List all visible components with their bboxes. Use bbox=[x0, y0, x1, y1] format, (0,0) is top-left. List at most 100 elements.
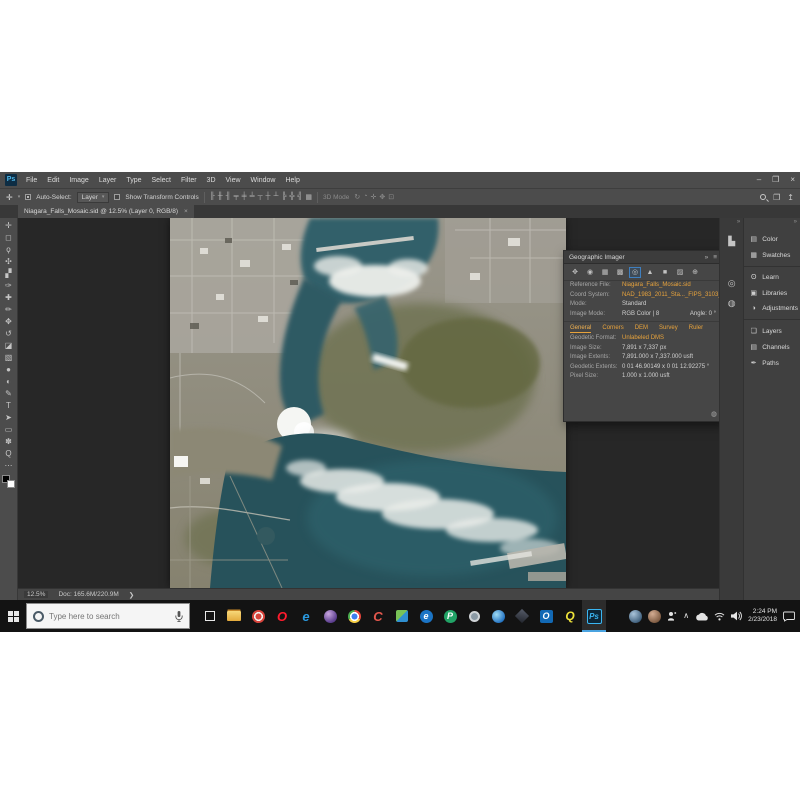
panel-collapse-icon[interactable]: » bbox=[705, 254, 709, 261]
menu-image[interactable]: Image bbox=[69, 177, 88, 184]
menu-window[interactable]: Window bbox=[251, 177, 276, 184]
opera-button[interactable]: O bbox=[270, 600, 294, 632]
gi-mosaic-icon[interactable]: ▦ bbox=[599, 267, 611, 278]
shape-tool[interactable]: ▭ bbox=[0, 424, 17, 436]
panel-menu-icon[interactable]: ≡ bbox=[713, 254, 717, 261]
cube-app-button[interactable] bbox=[510, 600, 534, 632]
menu-3d[interactable]: 3D bbox=[207, 177, 216, 184]
minimize-button[interactable]: – bbox=[757, 176, 761, 184]
internet-explorer-button[interactable]: e bbox=[294, 600, 318, 632]
microphone-icon[interactable] bbox=[175, 611, 183, 622]
green-p-app-button[interactable]: P bbox=[438, 600, 462, 632]
purple-sphere-app-button[interactable] bbox=[318, 600, 342, 632]
gi-terrain-icon[interactable]: ▲ bbox=[644, 267, 656, 278]
healing-brush-tool[interactable]: ✚ bbox=[0, 292, 17, 304]
pen-tool[interactable]: ✎ bbox=[0, 388, 17, 400]
onedrive-cloud-icon[interactable] bbox=[695, 612, 708, 621]
close-button[interactable]: × bbox=[790, 176, 795, 184]
document-tab[interactable]: Niagara_Falls_Mosaic.sid @ 12.5% (Layer … bbox=[18, 205, 194, 218]
workspace-switcher-icon[interactable]: ❐ bbox=[773, 193, 780, 202]
document-canvas[interactable] bbox=[170, 218, 566, 588]
gradient-tool[interactable]: ▧ bbox=[0, 352, 17, 364]
auto-select-checkbox[interactable] bbox=[25, 194, 31, 200]
green-map-app-button[interactable] bbox=[390, 600, 414, 632]
search-input[interactable] bbox=[49, 612, 170, 621]
panel-item-color[interactable]: ▤ Color bbox=[744, 231, 800, 247]
distribute-top-icon[interactable]: ┬ bbox=[258, 193, 263, 201]
action-center-icon[interactable] bbox=[783, 611, 795, 622]
share-icon[interactable]: ↥ bbox=[787, 193, 794, 202]
lasso-tool[interactable]: ϙ bbox=[0, 244, 17, 256]
tab-survey[interactable]: Survey bbox=[659, 325, 678, 333]
eraser-tool[interactable]: ◪ bbox=[0, 340, 17, 352]
zoom-level-field[interactable]: 12.5% bbox=[24, 591, 48, 598]
panel-item-swatches[interactable]: ▦ Swatches bbox=[744, 247, 800, 263]
distribute-middle-icon[interactable]: ┼ bbox=[266, 193, 271, 201]
distribute-left-icon[interactable]: ╠ bbox=[281, 193, 286, 201]
menu-edit[interactable]: Edit bbox=[47, 177, 59, 184]
align-left-icon[interactable]: ╟ bbox=[210, 193, 215, 201]
file-explorer-button[interactable] bbox=[222, 600, 246, 632]
hand-tool[interactable]: ✽ bbox=[0, 436, 17, 448]
tab-dem[interactable]: DEM bbox=[635, 325, 648, 333]
panel-item-channels[interactable]: ▤ Channels bbox=[744, 339, 800, 355]
align-center-h-icon[interactable]: ╫ bbox=[218, 193, 223, 201]
gi-edit-grid-icon[interactable]: ▨ bbox=[674, 267, 686, 278]
eyedropper-tool[interactable]: ✑ bbox=[0, 280, 17, 292]
blue-circle-app-button[interactable]: e bbox=[414, 600, 438, 632]
align-bottom-icon[interactable]: ╧ bbox=[250, 193, 255, 201]
tab-general[interactable]: General bbox=[570, 325, 591, 333]
menu-type[interactable]: Type bbox=[126, 177, 141, 184]
align-right-icon[interactable]: ╢ bbox=[226, 193, 231, 201]
histogram-panel-icon[interactable]: ▙ bbox=[728, 231, 735, 251]
outlook-button[interactable]: O bbox=[534, 600, 558, 632]
people-icon[interactable] bbox=[667, 611, 677, 621]
tool-preset-caret-icon[interactable]: ▾ bbox=[18, 194, 21, 200]
red-ring-app-button[interactable] bbox=[246, 600, 270, 632]
show-transform-checkbox[interactable] bbox=[114, 194, 120, 200]
menu-filter[interactable]: Filter bbox=[181, 177, 197, 184]
path-selection-tool[interactable]: ➤ bbox=[0, 412, 17, 424]
panel-item-libraries[interactable]: ▣ Libraries bbox=[744, 285, 800, 301]
coord-system-value[interactable]: NAD_1983_2011_Sta..._FIPS_3103_Ft_US bbox=[622, 292, 719, 300]
taskbar-clock[interactable]: 2:24 PM 2/23/2018 bbox=[748, 608, 777, 624]
edit-toolbar-icon[interactable]: ⋯ bbox=[0, 460, 17, 472]
taskbar-search[interactable] bbox=[26, 603, 190, 629]
menu-help[interactable]: Help bbox=[285, 177, 299, 184]
info-panel-icon[interactable]: ◎ bbox=[728, 273, 736, 293]
threed-slide-icon[interactable]: ✥ bbox=[379, 193, 385, 201]
threed-roll-icon[interactable]: ◔ bbox=[363, 193, 367, 201]
qgis-button[interactable]: Q bbox=[558, 600, 582, 632]
dodge-tool[interactable]: ◐ bbox=[0, 376, 17, 388]
blue-globe-app-button[interactable] bbox=[486, 600, 510, 632]
menu-layer[interactable]: Layer bbox=[99, 177, 117, 184]
crop-tool[interactable]: ▞ bbox=[0, 268, 17, 280]
panel-item-layers[interactable]: ❏ Layers bbox=[744, 323, 800, 339]
chrome-button[interactable] bbox=[342, 600, 366, 632]
align-options-icon[interactable]: ▦ bbox=[305, 193, 312, 201]
tab-close-icon[interactable]: × bbox=[184, 208, 188, 215]
distribute-center-icon[interactable]: ╬ bbox=[289, 193, 294, 201]
panel-item-paths[interactable]: ✒ Paths bbox=[744, 355, 800, 371]
threed-scale-icon[interactable]: ⊡ bbox=[388, 193, 394, 201]
distribute-bottom-icon[interactable]: ┴ bbox=[274, 193, 279, 201]
align-middle-icon[interactable]: ╪ bbox=[242, 193, 247, 201]
distribute-right-icon[interactable]: ╣ bbox=[297, 193, 302, 201]
auto-select-target-dropdown[interactable]: Layer ▾ bbox=[77, 192, 110, 203]
threed-drag-icon[interactable]: ✛ bbox=[371, 193, 377, 201]
properties-panel-icon[interactable]: ◍ bbox=[728, 293, 736, 313]
tray-expand-chevron-icon[interactable]: ∧ bbox=[683, 612, 689, 620]
tab-ruler[interactable]: Ruler bbox=[689, 325, 703, 333]
task-view-button[interactable] bbox=[198, 600, 222, 632]
type-tool[interactable]: T bbox=[0, 400, 17, 412]
marquee-tool[interactable]: ◻ bbox=[0, 232, 17, 244]
menu-select[interactable]: Select bbox=[152, 177, 171, 184]
geographic-imager-header[interactable]: Geographic Imager » ≡ bbox=[564, 251, 719, 264]
blur-tool[interactable]: ● bbox=[0, 364, 17, 376]
menu-view[interactable]: View bbox=[226, 177, 241, 184]
tab-corners[interactable]: Corners bbox=[602, 325, 623, 333]
speaker-icon[interactable] bbox=[731, 611, 742, 621]
move-tool[interactable]: ✛ bbox=[0, 220, 17, 232]
status-options-chevron-icon[interactable]: ❯ bbox=[129, 591, 134, 599]
c-swirl-app-button[interactable]: C bbox=[366, 600, 390, 632]
